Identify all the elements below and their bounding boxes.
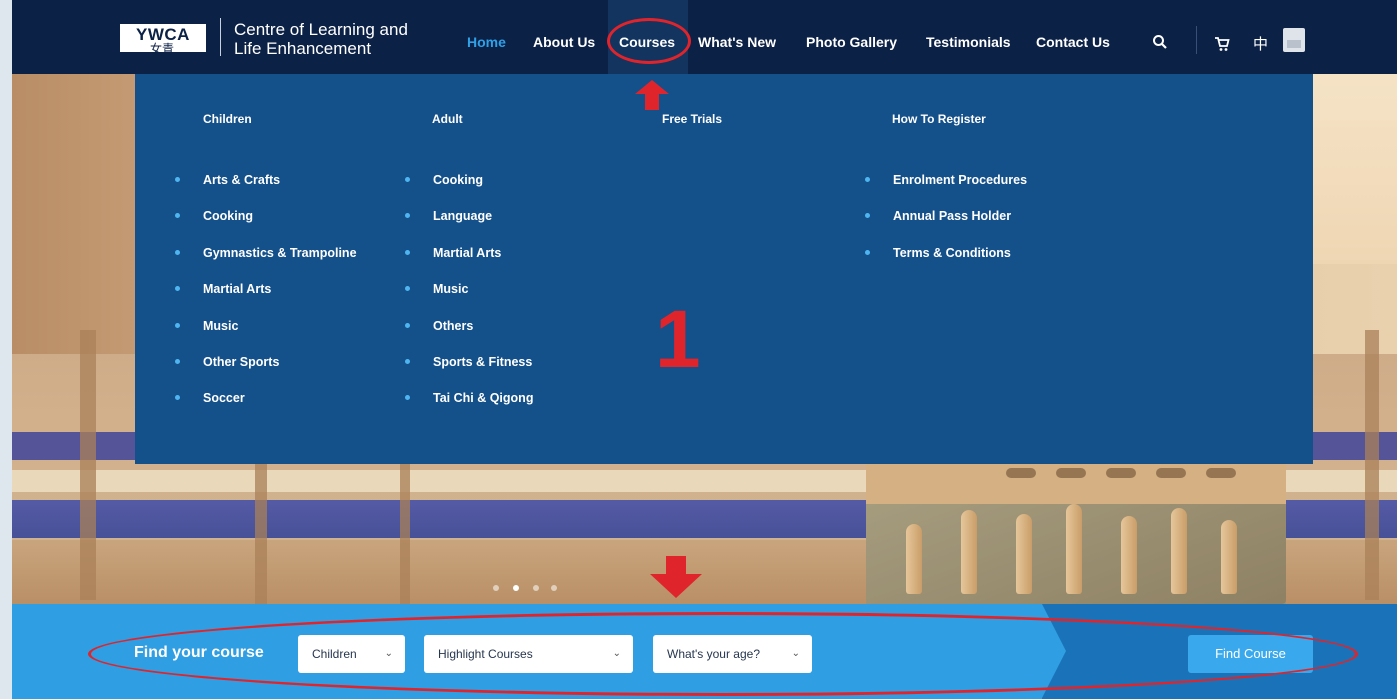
register-list: Enrolment Procedures Annual Pass Holder … [865,170,1027,279]
brand-line-2: Life Enhancement [234,39,372,58]
menu-item[interactable]: Cooking [405,170,533,206]
adult-course-list: Cooking Language Martial Arts Music Othe… [405,170,533,425]
nav-whats-new[interactable]: What's New [698,34,776,54]
carousel-dot-active[interactable] [513,585,519,591]
menu-item[interactable]: Enrolment Procedures [865,170,1027,206]
nav-photo-gallery[interactable]: Photo Gallery [806,34,897,54]
menu-item[interactable]: Tai Chi & Qigong [405,388,533,424]
menu-heading-how-to-register[interactable]: How To Register [892,112,986,126]
search-icon[interactable] [1152,34,1168,50]
brand-name[interactable]: Centre of Learning and Life Enhancement [234,20,408,58]
arrow-up-icon [635,80,669,110]
annotation-ellipse-search [88,612,1358,696]
nav-divider [1196,26,1197,54]
menu-heading-free-trials[interactable]: Free Trials [662,112,722,126]
nav-about-us[interactable]: About Us [533,34,595,54]
pillar [1365,330,1379,600]
window-light [1300,74,1397,264]
menu-item[interactable]: Sports & Fitness [405,352,533,388]
menu-item[interactable]: Arts & Crafts [175,170,357,206]
page-edge [0,0,12,699]
flag-icon[interactable] [1283,28,1305,52]
pillar [80,330,96,600]
menu-item[interactable]: Annual Pass Holder [865,206,1027,242]
menu-item[interactable]: Martial Arts [405,243,533,279]
logo-divider [220,18,221,56]
annotation-circle-courses [607,18,691,64]
menu-item[interactable]: Other Sports [175,352,357,388]
cart-icon[interactable] [1214,36,1230,52]
menu-item[interactable]: Others [405,316,533,352]
pillar [400,440,410,605]
menu-item[interactable]: Gymnastics & Trampoline [175,243,357,279]
menu-item[interactable]: Martial Arts [175,279,357,315]
nav-home[interactable]: Home [467,34,506,54]
carousel-dot[interactable] [533,585,539,591]
logo-chinese-text: 女青 [150,42,175,56]
nav-testimonials[interactable]: Testimonials [926,34,1011,54]
language-icon[interactable]: 中 [1253,33,1268,54]
children-course-list: Arts & Crafts Cooking Gymnastics & Tramp… [175,170,357,425]
brand-line-1: Centre of Learning and [234,20,408,39]
ywca-logo[interactable]: YWCA 女青 [118,22,208,56]
wooden-peg-toy [866,464,1286,604]
nav-contact-us[interactable]: Contact Us [1036,34,1110,54]
annotation-number: 1 [655,294,701,385]
menu-item[interactable]: Music [175,316,357,352]
menu-heading-children[interactable]: Children [203,112,252,126]
menu-item[interactable]: Terms & Conditions [865,243,1027,279]
menu-item[interactable]: Soccer [175,388,357,424]
menu-item[interactable]: Music [405,279,533,315]
arrow-down-icon [650,556,702,598]
carousel-dot[interactable] [551,585,557,591]
menu-item[interactable]: Language [405,206,533,242]
menu-heading-adult[interactable]: Adult [432,112,463,126]
carousel-dot[interactable] [493,585,499,591]
courses-mega-menu: Children Adult Free Trials How To Regist… [135,74,1313,464]
menu-item[interactable]: Cooking [175,206,357,242]
